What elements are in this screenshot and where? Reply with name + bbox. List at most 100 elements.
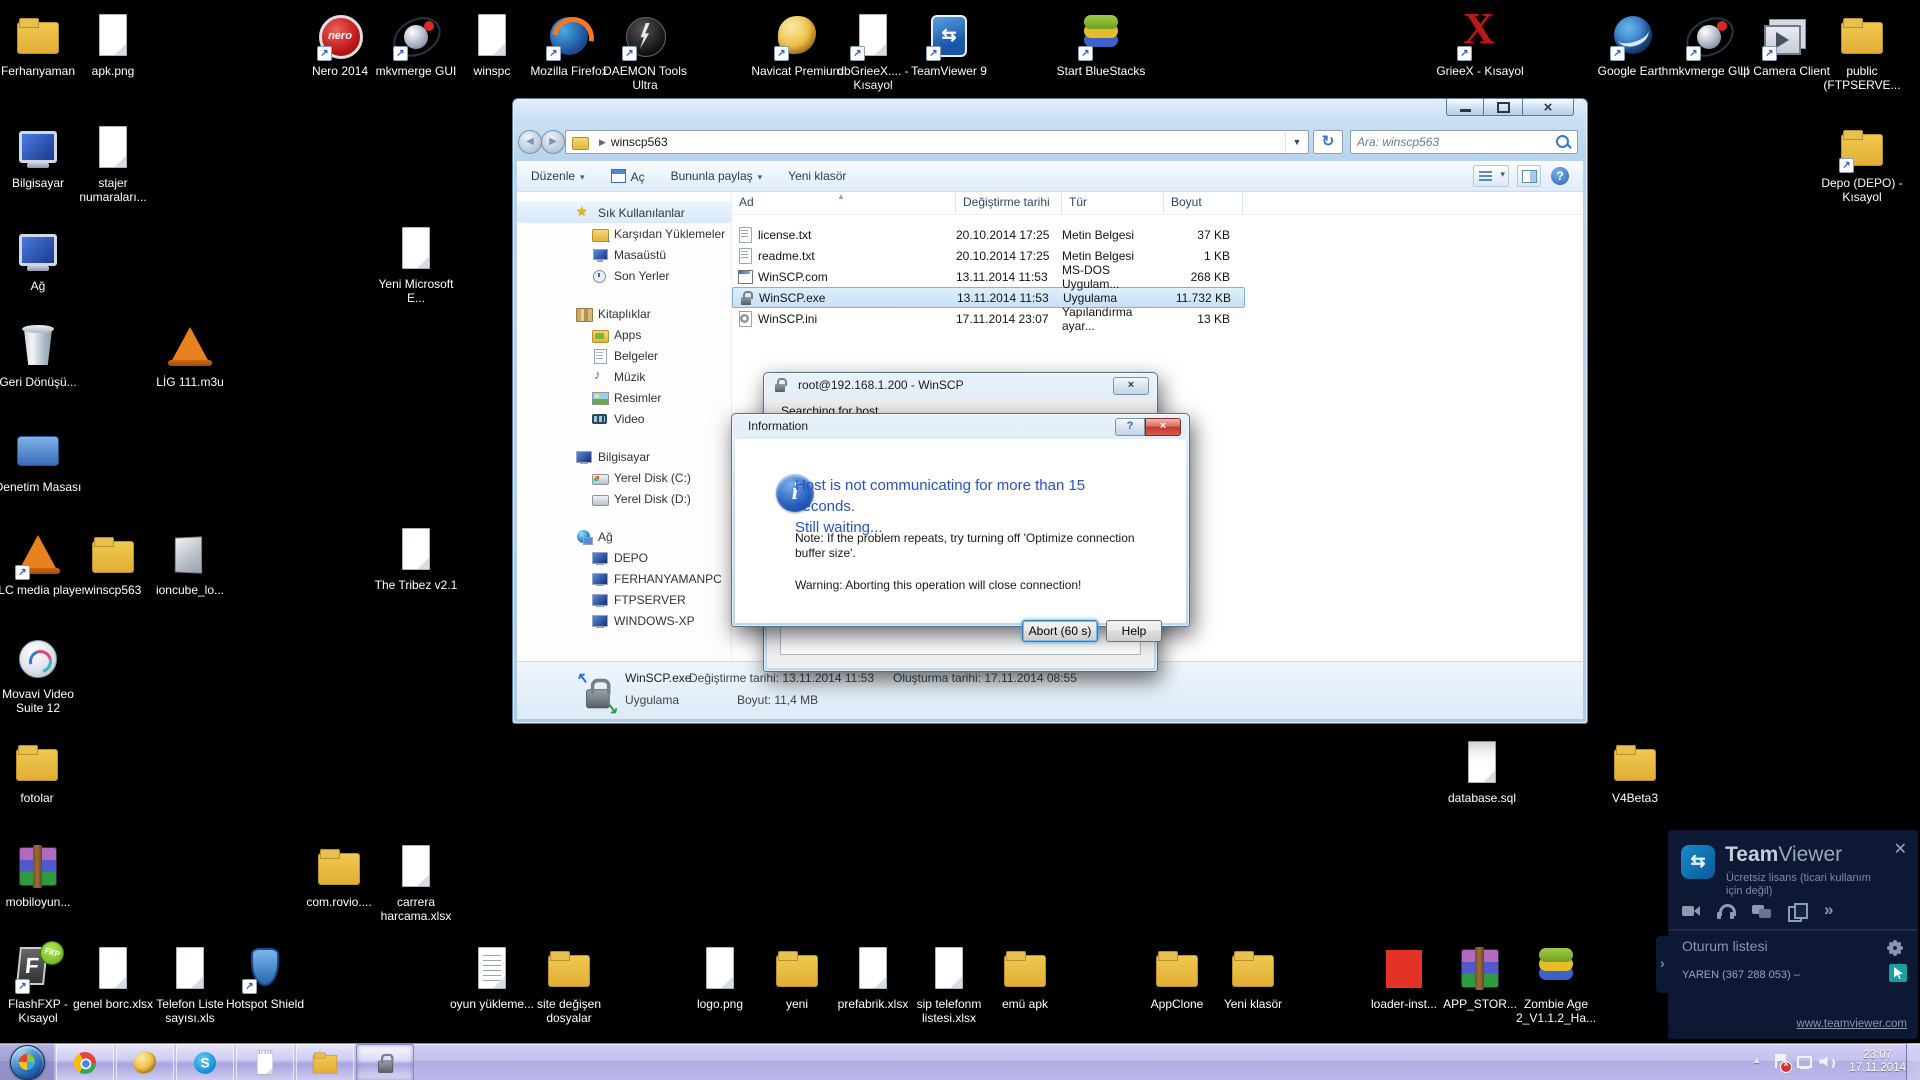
desktop-icon[interactable]: Denetim Masası — [0, 426, 86, 494]
share-menu[interactable]: Bununla paylaş — [671, 169, 763, 183]
desktop-icon[interactable]: Hotspot Shield — [217, 943, 313, 1011]
sidebar-item[interactable]: Masaüstü — [517, 244, 731, 265]
dialog-help-button[interactable]: ? — [1115, 418, 1145, 436]
teamviewer-website-link[interactable]: www.teamviewer.com — [1796, 1018, 1907, 1030]
desktop-icon[interactable]: LİG 111.m3u — [142, 321, 238, 389]
change-view-button[interactable] — [1473, 165, 1509, 187]
more-icon[interactable] — [1822, 900, 1842, 920]
column-header-size[interactable]: Boyut — [1164, 192, 1243, 214]
video-icon[interactable] — [1682, 903, 1702, 919]
sidebar-item[interactable]: FERHANYAMANPC — [517, 568, 731, 589]
taskbar-app[interactable] — [356, 1044, 414, 1080]
column-header-name[interactable]: Ad ▲ — [732, 192, 956, 214]
info-dialog-titlebar[interactable]: Information ? × — [732, 414, 1189, 438]
minimize-button[interactable] — [1446, 99, 1484, 116]
sidebar-item[interactable]: Resimler — [517, 387, 731, 408]
sidebar-item[interactable]: Video — [517, 408, 731, 429]
file-row[interactable]: readme.txt 20.10.2014 17:25 Metin Belges… — [732, 245, 1245, 266]
desktop-icon[interactable]: database.sql — [1434, 737, 1530, 805]
remote-control-button[interactable] — [1889, 964, 1907, 982]
desktop-icon[interactable]: The Tribez v2.1 — [368, 524, 464, 592]
action-center-icon[interactable] — [1772, 1053, 1793, 1073]
sidebar-item[interactable]: DEPO — [517, 547, 731, 568]
audio-icon[interactable] — [1717, 903, 1737, 919]
sidebar-item[interactable]: Ağ — [517, 526, 731, 547]
desktop-icon[interactable]: GrieeX - Kısayol — [1432, 3, 1528, 78]
column-header-type[interactable]: Tür — [1062, 192, 1164, 214]
taskbar-app[interactable] — [56, 1044, 114, 1080]
clock[interactable]: 23:07 17.11.2014 — [1849, 1049, 1906, 1075]
desktop-icon[interactable]: Movavi Video Suite 12 — [0, 633, 86, 716]
desktop-icon[interactable]: Zombie Age 2_V1.1.2_Ha... — [1508, 943, 1604, 1026]
teamviewer-close-icon[interactable]: ✕ — [1894, 839, 1907, 859]
volume-icon[interactable] — [1818, 1053, 1836, 1071]
network-icon[interactable] — [1795, 1053, 1813, 1071]
column-header-date[interactable]: Değiştirme tarihi — [956, 192, 1062, 214]
sidebar-item[interactable]: Son Yerler — [517, 265, 731, 286]
organize-menu[interactable]: Düzenle — [531, 169, 585, 183]
new-folder-button[interactable]: Yeni klasör — [788, 169, 846, 183]
show-desktop-button[interactable] — [1906, 1043, 1920, 1080]
tray-expand-icon[interactable] — [1750, 1054, 1766, 1070]
sidebar-item[interactable]: Yerel Disk (C:) — [517, 467, 731, 488]
file-row[interactable]: WinSCP.ini 17.11.2014 23:07 Yapılandırma… — [732, 305, 1245, 333]
desktop-icon[interactable]: DAEMON Tools Ultra — [597, 10, 693, 93]
session-entry[interactable]: YAREN (367 288 053) — [1682, 969, 1800, 981]
search-icon[interactable] — [1553, 132, 1573, 152]
sidebar-item[interactable]: WINDOWS-XP — [517, 610, 731, 631]
preview-pane-button[interactable] — [1517, 165, 1541, 187]
address-bar[interactable]: ▶ winscp563 ▼ — [565, 130, 1309, 154]
address-dropdown-icon[interactable]: ▼ — [1285, 131, 1308, 153]
sidebar-item[interactable]: Yerel Disk (D:) — [517, 488, 731, 509]
close-button[interactable] — [1522, 99, 1574, 116]
sidebar-item[interactable]: Bilgisayar — [517, 446, 731, 467]
sidebar-item[interactable]: Karşıdan Yüklemeler — [517, 223, 731, 245]
back-button[interactable]: ◀ — [518, 130, 542, 154]
desktop-icon[interactable]: V4Beta3 — [1587, 737, 1683, 805]
file-row[interactable]: WinSCP.com 13.11.2014 11:53 MS-DOS Uygul… — [732, 263, 1245, 291]
file-row[interactable]: WinSCP.exe 13.11.2014 11:53 Uygulama 11.… — [732, 287, 1245, 308]
taskbar-app[interactable] — [176, 1044, 234, 1080]
sidebar-item[interactable]: FTPSERVER — [517, 589, 731, 610]
sidebar-item[interactable]: Sık Kullanılanlar — [517, 202, 731, 223]
dialog-close-button[interactable]: × — [1145, 418, 1181, 436]
gear-icon[interactable] — [1889, 942, 1901, 954]
desktop-icon[interactable]: Start BlueStacks — [1053, 10, 1149, 78]
refresh-button[interactable]: ↻ — [1313, 130, 1343, 154]
desktop-icon[interactable]: Yeni klasör — [1205, 943, 1301, 1011]
desktop-icon[interactable]: Depo (DEPO) - Kısayol — [1814, 122, 1910, 205]
taskbar-app[interactable] — [296, 1044, 354, 1080]
maximize-button[interactable] — [1484, 99, 1522, 116]
desktop-icon[interactable]: ioncube_lo... — [142, 529, 238, 597]
desktop-icon[interactable]: fotolar — [0, 737, 85, 805]
desktop-icon[interactable]: site değişen dosyalar — [521, 943, 617, 1026]
help-icon[interactable]: ? — [1551, 167, 1569, 185]
desktop-icon[interactable]: Ağ — [0, 225, 86, 293]
desktop-icon[interactable]: carrera harcama.xlsx — [368, 841, 464, 924]
search-box[interactable] — [1350, 130, 1578, 154]
desktop-icon[interactable]: apk.png — [65, 10, 161, 78]
desktop-icon[interactable]: Geri Dönüşü... — [0, 321, 86, 389]
file-transfer-icon[interactable] — [1787, 903, 1808, 922]
start-button[interactable] — [0, 1044, 54, 1080]
desktop-icon[interactable]: emü apk — [977, 943, 1073, 1011]
sidebar-item[interactable]: Belgeler — [517, 345, 731, 366]
sidebar-item[interactable]: Apps — [517, 324, 731, 345]
breadcrumb[interactable]: winscp563 — [611, 135, 668, 149]
sidebar-item[interactable]: Kitaplıklar — [517, 303, 731, 324]
desktop-icon[interactable]: Yeni Microsoft E... — [368, 223, 464, 306]
abort-button[interactable]: Abort (60 s) — [1022, 620, 1098, 642]
panel-collapse-tab[interactable] — [1656, 936, 1670, 993]
forward-button[interactable]: ▶ — [541, 130, 565, 154]
help-button[interactable]: Help — [1106, 620, 1162, 642]
file-row[interactable]: license.txt 20.10.2014 17:25 Metin Belge… — [732, 224, 1245, 245]
desktop-icon[interactable]: TeamViewer 9 — [901, 10, 997, 78]
chat-icon[interactable] — [1752, 903, 1772, 919]
desktop-icon[interactable]: mobiloyun... — [0, 841, 86, 909]
sidebar-item[interactable]: Müzik — [517, 366, 731, 387]
taskbar-app[interactable] — [116, 1044, 174, 1080]
taskbar-app[interactable] — [236, 1044, 294, 1080]
winscp-dialog-titlebar[interactable]: root@192.168.1.200 - WinSCP × — [764, 373, 1157, 397]
search-input[interactable] — [1351, 135, 1553, 149]
winscp-close-button[interactable]: × — [1113, 377, 1149, 395]
